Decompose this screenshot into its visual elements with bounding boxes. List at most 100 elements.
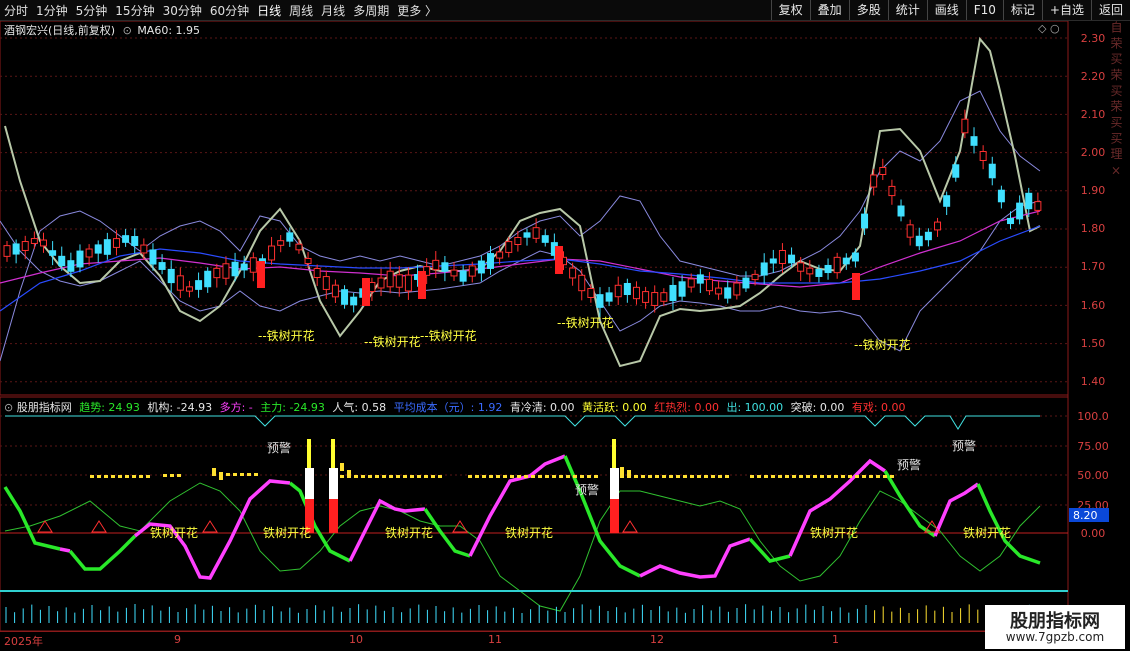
- candle-body: [924, 231, 932, 241]
- white-bar: [329, 468, 338, 499]
- yellow-bar: [331, 439, 335, 468]
- candle-body: [76, 250, 84, 268]
- tab-weekly[interactable]: 周线: [289, 2, 313, 19]
- yellow-dot: [517, 475, 521, 478]
- yellow-dot: [233, 473, 237, 476]
- yellow-dot: [396, 475, 400, 478]
- tab-5min[interactable]: 5分钟: [76, 2, 108, 19]
- candle-body: [140, 244, 148, 254]
- yellow-dot: [711, 475, 715, 478]
- triangle-marker: [202, 520, 218, 533]
- tab-daily[interactable]: 日线: [257, 2, 281, 19]
- close-icon[interactable]: ○: [1050, 22, 1060, 35]
- multi-stock-button[interactable]: 多股: [848, 0, 888, 20]
- indicator-tick: 75.00: [1077, 440, 1109, 453]
- yellow-dot: [683, 475, 687, 478]
- candle-body: [514, 236, 522, 246]
- candle-body: [952, 164, 960, 178]
- current-value: 8.20: [1073, 509, 1098, 522]
- candle-body: [505, 241, 513, 253]
- yellow-dot: [104, 475, 108, 478]
- yellow-dot: [655, 475, 659, 478]
- tab-1min[interactable]: 1分钟: [36, 2, 68, 19]
- candle-body: [377, 277, 385, 289]
- signal-label: --铁树开花: [364, 334, 421, 349]
- signal-label: --铁树开花: [557, 315, 614, 330]
- candle-body: [222, 263, 230, 279]
- yellow-dot: [757, 475, 761, 478]
- settings-icon[interactable]: ⊙: [123, 24, 132, 37]
- tab-30min[interactable]: 30分钟: [163, 2, 202, 19]
- yellow-dot: [669, 475, 673, 478]
- date-label: 12: [650, 633, 664, 646]
- triangle-marker: [622, 520, 638, 533]
- yellow-dot: [475, 475, 479, 478]
- mark-button[interactable]: 标记: [1002, 0, 1042, 20]
- warning-bars: [305, 439, 619, 533]
- draw-line-button[interactable]: 画线: [926, 0, 966, 20]
- candle-body: [304, 257, 312, 265]
- tab-60min[interactable]: 60分钟: [210, 2, 249, 19]
- envelope-line: [4, 36, 1041, 368]
- candle-body: [632, 286, 640, 300]
- fuquan-button[interactable]: 复权: [770, 0, 810, 20]
- candle-body: [67, 260, 75, 272]
- candle-body: [532, 227, 540, 239]
- candle-body: [897, 205, 905, 217]
- overlay-button[interactable]: 叠加: [809, 0, 849, 20]
- add-watchlist-button[interactable]: +自选: [1041, 0, 1091, 20]
- yellow-dot: [771, 475, 775, 478]
- yellow-tall: [620, 467, 624, 475]
- settings-icon[interactable]: ⊙: [4, 401, 13, 414]
- candle-body: [696, 274, 704, 284]
- diamond-icon[interactable]: ◇: [1038, 22, 1046, 35]
- yellow-dot: [820, 475, 824, 478]
- candlestick-series: [3, 109, 1042, 318]
- yellow-dot: [697, 475, 701, 478]
- price-tick: 2.30: [1081, 32, 1106, 45]
- candle-body: [815, 269, 823, 277]
- tab-multi-period[interactable]: 多周期: [353, 2, 389, 19]
- yellow-tall: [219, 472, 223, 480]
- candle-body: [833, 256, 841, 274]
- candle-body: [578, 274, 586, 292]
- yellow-dot: [648, 475, 652, 478]
- candle-body: [468, 265, 476, 277]
- out-line: [5, 415, 1040, 430]
- indicator-value: 平均成本（元）: 1.92: [390, 401, 503, 414]
- yellow-tall: [212, 468, 216, 476]
- stats-button[interactable]: 统计: [887, 0, 927, 20]
- trend-segment: [68, 534, 137, 571]
- warning-label: 预警: [952, 438, 976, 453]
- yellow-dot: [503, 475, 507, 478]
- f10-button[interactable]: F10: [965, 0, 1003, 20]
- chart-canvas[interactable]: 2.30 2.20 2.10 2.00 1.90 1.80 1.70 1.60 …: [0, 21, 1130, 631]
- trend-segment: [748, 537, 791, 563]
- candle-body: [742, 277, 750, 289]
- yellow-dot: [111, 475, 115, 478]
- yellow-dot: [489, 475, 493, 478]
- yellow-dot: [792, 475, 796, 478]
- candle-body: [112, 238, 120, 248]
- yellow-dot: [247, 473, 251, 476]
- indicator-value: 人气: 0.58: [328, 401, 387, 414]
- trend-segment: [976, 483, 1041, 565]
- top-toolbar: 分时 1分钟 5分钟 15分钟 30分钟 60分钟 日线 周线 月线 多周期 更…: [0, 0, 1130, 21]
- candle-body: [769, 258, 777, 264]
- candle-body: [824, 264, 832, 274]
- back-button[interactable]: 返回: [1090, 0, 1130, 20]
- yellow-dot: [799, 475, 803, 478]
- tab-15min[interactable]: 15分钟: [115, 2, 154, 19]
- date-axis: 2025年 9 10 11 12 1: [0, 631, 1068, 651]
- tab-monthly[interactable]: 月线: [321, 2, 345, 19]
- signal-bar: [852, 273, 860, 300]
- candle-body: [541, 235, 549, 243]
- price-tick: 2.20: [1081, 70, 1106, 83]
- tab-more[interactable]: 更多 〉: [397, 2, 437, 19]
- tab-fenshi[interactable]: 分时: [4, 2, 28, 19]
- yellow-dot: [785, 475, 789, 478]
- yellow-dot: [163, 474, 167, 477]
- yellow-dot: [876, 475, 880, 478]
- candle-body: [249, 257, 257, 273]
- candle-body: [268, 245, 276, 261]
